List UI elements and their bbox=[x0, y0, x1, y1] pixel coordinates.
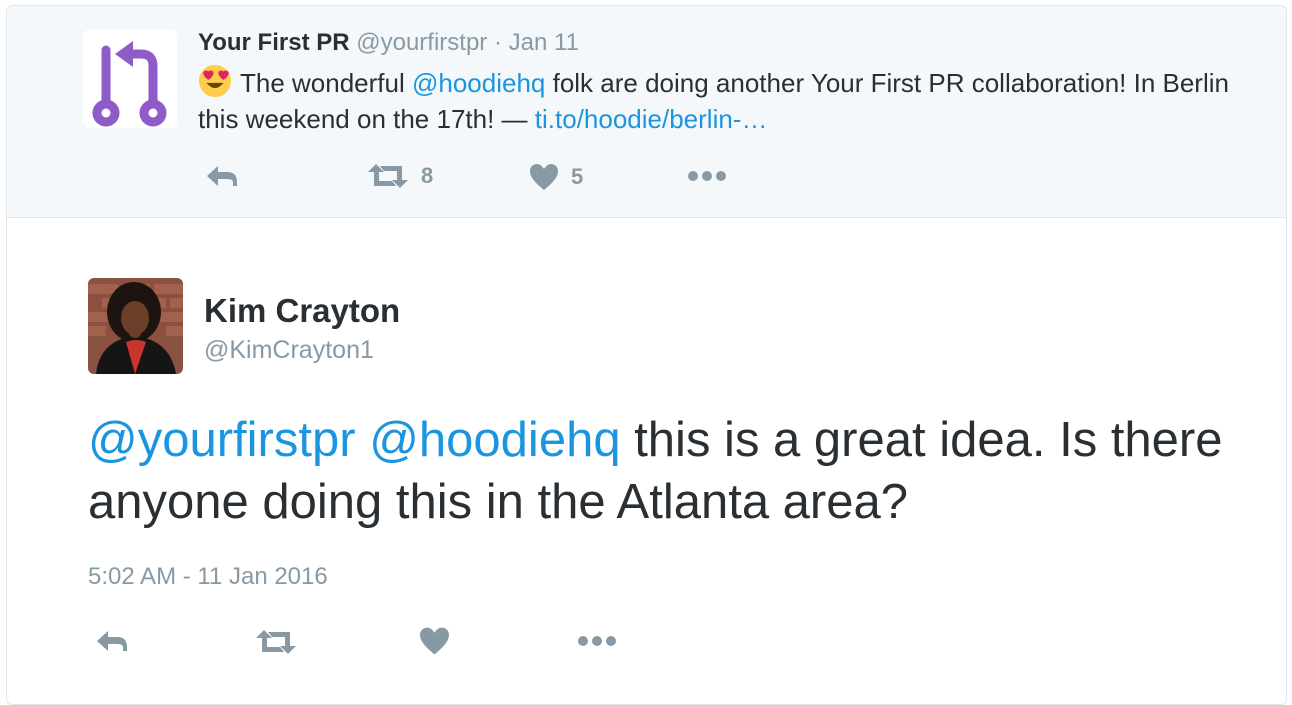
parent-tweet-date[interactable]: Jan 11 bbox=[509, 29, 579, 56]
retweet-button[interactable] bbox=[255, 628, 297, 656]
separator: · bbox=[493, 29, 502, 56]
tweet-text: @yourfirstpr @hoodiehq this is a great i… bbox=[88, 409, 1238, 533]
more-icon bbox=[688, 171, 726, 181]
parent-tweet-text: The wonderful @hoodiehq folk are doing a… bbox=[198, 64, 1258, 137]
profile-photo bbox=[88, 278, 183, 374]
kim-crayton-avatar[interactable] bbox=[88, 278, 183, 374]
like-button[interactable] bbox=[419, 626, 450, 656]
reply-icon bbox=[207, 166, 237, 186]
reply-button[interactable] bbox=[95, 628, 129, 654]
reply-button[interactable] bbox=[205, 164, 239, 188]
heart-icon bbox=[530, 164, 558, 190]
yourfirstpr-avatar[interactable] bbox=[83, 30, 177, 128]
parent-author-handle[interactable]: @yourfirstpr bbox=[356, 29, 487, 56]
reply-icon bbox=[97, 631, 127, 651]
parent-author-name[interactable]: Your First PR bbox=[198, 29, 350, 56]
like-button[interactable]: 5 bbox=[529, 163, 583, 191]
more-icon bbox=[578, 636, 616, 646]
mention-yourfirstpr[interactable]: @yourfirstpr bbox=[88, 413, 356, 467]
tweet-timestamp[interactable]: 5:02 AM - 11 Jan 2016 bbox=[88, 563, 328, 591]
tweet-card: Your First PR @yourfirstpr · Jan 11 The … bbox=[6, 5, 1287, 705]
like-count: 5 bbox=[571, 164, 584, 189]
git-pull-request-logo bbox=[92, 41, 167, 127]
parent-text-start: The wonderful bbox=[240, 68, 412, 98]
retweet-icon bbox=[368, 164, 408, 188]
retweet-count: 8 bbox=[421, 163, 434, 188]
parent-tweet-header: Your First PR @yourfirstpr · Jan 11 bbox=[198, 29, 579, 57]
author-name[interactable]: Kim Crayton bbox=[204, 292, 400, 330]
heart-icon bbox=[420, 627, 449, 655]
more-button[interactable] bbox=[687, 170, 727, 182]
mention-hoodiehq[interactable]: @hoodiehq bbox=[369, 413, 620, 467]
more-button[interactable] bbox=[577, 635, 617, 647]
tweet-actions bbox=[91, 625, 651, 659]
parent-tweet-actions: 8 5 bbox=[201, 162, 761, 192]
mention-hoodiehq[interactable]: @hoodiehq bbox=[412, 68, 545, 98]
retweet-button[interactable]: 8 bbox=[367, 163, 433, 189]
heart-eyes-emoji bbox=[198, 64, 232, 98]
parent-tweet-link[interactable]: ti.to/hoodie/berlin-… bbox=[535, 104, 768, 134]
retweet-icon bbox=[256, 630, 296, 654]
author-handle[interactable]: @KimCrayton1 bbox=[204, 336, 374, 365]
parent-tweet[interactable]: Your First PR @yourfirstpr · Jan 11 The … bbox=[7, 6, 1286, 218]
